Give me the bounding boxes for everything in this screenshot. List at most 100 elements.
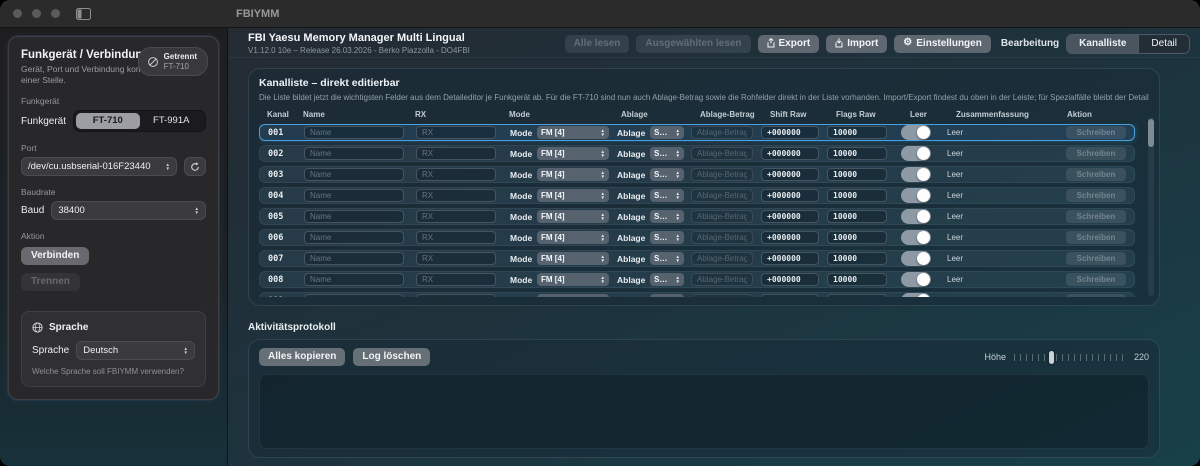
ablage-betrag-input[interactable] — [691, 210, 753, 223]
mode-select[interactable]: FM [4] ▲▼ — [537, 210, 609, 223]
name-input[interactable] — [304, 147, 404, 160]
name-input[interactable] — [304, 126, 404, 139]
rx-input[interactable] — [416, 231, 496, 244]
write-button[interactable]: Schreiben — [1066, 210, 1126, 223]
disconnect-button[interactable]: Trennen — [21, 273, 80, 291]
rx-input[interactable] — [416, 189, 496, 202]
export-button[interactable]: Export — [758, 35, 820, 53]
write-button[interactable]: Schreiben — [1066, 189, 1126, 202]
mode-select[interactable]: FM [4] ▲▼ — [537, 252, 609, 265]
ablage-select[interactable]: S… ▲▼ — [650, 147, 684, 160]
ablage-betrag-input[interactable] — [691, 147, 753, 160]
shift-raw-input[interactable] — [761, 147, 819, 160]
ablage-betrag-input[interactable] — [691, 126, 753, 139]
flags-raw-input[interactable] — [827, 252, 887, 265]
flags-raw-input[interactable] — [827, 168, 887, 181]
leer-toggle[interactable] — [901, 230, 931, 245]
shift-raw-input[interactable] — [761, 273, 819, 286]
table-row[interactable]: 005 Mode FM [4] ▲▼ Ablage S… ▲▼ Leer Sch… — [259, 208, 1135, 225]
write-button[interactable]: Schreiben — [1066, 147, 1126, 160]
ablage-select[interactable]: S… ▲▼ — [650, 273, 684, 286]
rx-input[interactable] — [416, 252, 496, 265]
mode-select[interactable]: FM [4] ▲▼ — [537, 231, 609, 244]
ablage-select[interactable]: S… ▲▼ — [650, 126, 684, 139]
table-scrollbar[interactable] — [1148, 117, 1154, 296]
name-input[interactable] — [304, 189, 404, 202]
read-selected-button[interactable]: Ausgewählten lesen — [636, 35, 750, 53]
mode-select[interactable]: FM [4] ▲▼ — [537, 168, 609, 181]
leer-toggle[interactable] — [901, 125, 931, 140]
flags-raw-input[interactable] — [827, 294, 887, 297]
shift-raw-input[interactable] — [761, 126, 819, 139]
write-button[interactable]: Schreiben — [1066, 252, 1126, 265]
connect-button[interactable]: Verbinden — [21, 247, 89, 265]
close-button[interactable] — [13, 9, 22, 18]
write-button[interactable]: Schreiben — [1066, 126, 1126, 139]
ablage-betrag-input[interactable] — [691, 252, 753, 265]
leer-toggle[interactable] — [901, 188, 931, 203]
clear-log-button[interactable]: Log löschen — [353, 348, 430, 366]
zoom-button[interactable] — [51, 9, 60, 18]
flags-raw-input[interactable] — [827, 273, 887, 286]
table-row[interactable]: 009 Mode FM [4] ▲▼ Ablage S… ▲▼ Leer Sch… — [259, 292, 1135, 297]
leer-toggle[interactable] — [901, 293, 931, 297]
language-select[interactable]: Deutsch ▲▼ — [76, 341, 195, 360]
ablage-betrag-input[interactable] — [691, 189, 753, 202]
flags-raw-input[interactable] — [827, 210, 887, 223]
ablage-betrag-input[interactable] — [691, 273, 753, 286]
device-option-ft710[interactable]: FT-710 — [76, 113, 139, 129]
name-input[interactable] — [304, 231, 404, 244]
rx-input[interactable] — [416, 147, 496, 160]
flags-raw-input[interactable] — [827, 147, 887, 160]
sidebar-toggle-icon[interactable] — [76, 8, 91, 20]
port-select[interactable]: /dev/cu.usbserial-016F23440 ▲▼ — [21, 157, 177, 176]
write-button[interactable]: Schreiben — [1066, 168, 1126, 181]
write-button[interactable]: Schreiben — [1066, 273, 1126, 286]
leer-toggle[interactable] — [901, 146, 931, 161]
name-input[interactable] — [304, 210, 404, 223]
name-input[interactable] — [304, 168, 404, 181]
ablage-betrag-input[interactable] — [691, 231, 753, 244]
leer-toggle[interactable] — [901, 251, 931, 266]
mode-select[interactable]: FM [4] ▲▼ — [537, 294, 609, 297]
write-button[interactable]: Schreiben — [1066, 231, 1126, 244]
table-scrollbar-thumb[interactable] — [1148, 119, 1154, 147]
flags-raw-input[interactable] — [827, 189, 887, 202]
ablage-select[interactable]: S… ▲▼ — [650, 252, 684, 265]
flags-raw-input[interactable] — [827, 126, 887, 139]
ablage-select[interactable]: S… ▲▼ — [650, 189, 684, 202]
ablage-select[interactable]: S… ▲▼ — [650, 294, 684, 297]
mode-select[interactable]: FM [4] ▲▼ — [537, 273, 609, 286]
ablage-select[interactable]: S… ▲▼ — [650, 210, 684, 223]
mode-select[interactable]: FM [4] ▲▼ — [537, 147, 609, 160]
minimize-button[interactable] — [32, 9, 41, 18]
table-row[interactable]: 002 Mode FM [4] ▲▼ Ablage S… ▲▼ Leer Sch… — [259, 145, 1135, 162]
rx-input[interactable] — [416, 126, 496, 139]
table-row[interactable]: 008 Mode FM [4] ▲▼ Ablage S… ▲▼ Leer Sch… — [259, 271, 1135, 288]
ablage-betrag-input[interactable] — [691, 294, 753, 297]
ablage-select[interactable]: S… ▲▼ — [650, 231, 684, 244]
shift-raw-input[interactable] — [761, 210, 819, 223]
shift-raw-input[interactable] — [761, 189, 819, 202]
tab-kanalliste[interactable]: Kanalliste — [1067, 35, 1138, 53]
height-slider[interactable] — [1014, 351, 1126, 364]
name-input[interactable] — [304, 273, 404, 286]
ablage-betrag-input[interactable] — [691, 168, 753, 181]
ablage-select[interactable]: S… ▲▼ — [650, 168, 684, 181]
refresh-ports-button[interactable] — [184, 157, 206, 176]
mode-select[interactable]: FM [4] ▲▼ — [537, 126, 609, 139]
shift-raw-input[interactable] — [761, 294, 819, 297]
name-input[interactable] — [304, 252, 404, 265]
shift-raw-input[interactable] — [761, 252, 819, 265]
table-row[interactable]: 006 Mode FM [4] ▲▼ Ablage S… ▲▼ Leer Sch… — [259, 229, 1135, 246]
baud-select[interactable]: 38400 ▲▼ — [51, 201, 206, 220]
table-row[interactable]: 004 Mode FM [4] ▲▼ Ablage S… ▲▼ Leer Sch… — [259, 187, 1135, 204]
read-all-button[interactable]: Alle lesen — [565, 35, 630, 53]
flags-raw-input[interactable] — [827, 231, 887, 244]
write-button[interactable]: Schreiben — [1066, 294, 1126, 297]
rx-input[interactable] — [416, 210, 496, 223]
tab-detail[interactable]: Detail — [1138, 35, 1189, 53]
copy-all-button[interactable]: Alles kopieren — [259, 348, 345, 366]
slider-thumb[interactable] — [1049, 351, 1054, 364]
rx-input[interactable] — [416, 273, 496, 286]
